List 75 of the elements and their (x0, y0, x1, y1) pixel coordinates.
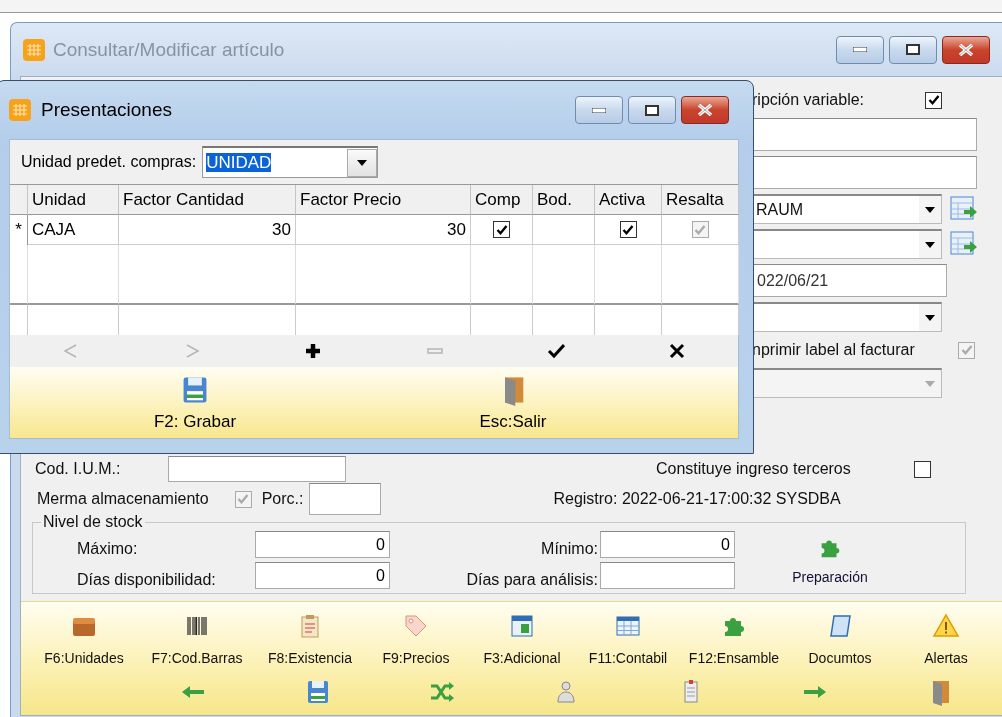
dropdown-arrow-icon (357, 159, 368, 166)
toolbar-button[interactable]: Esc:Salir (438, 373, 588, 432)
combo-box[interactable] (752, 229, 942, 259)
dropdown-arrow-icon (925, 380, 935, 387)
maximize-button[interactable] (889, 35, 937, 64)
number-field[interactable]: 0 (600, 531, 735, 558)
text-field[interactable] (752, 156, 977, 189)
window-title: Consultar/Modificar artículo (53, 38, 286, 61)
maximize-icon (906, 44, 920, 55)
number-field[interactable]: 0 (255, 531, 390, 558)
field-label: Porc.: (261, 490, 304, 508)
column-header[interactable]: Factor Cantidad (119, 185, 296, 215)
number-field[interactable] (600, 562, 735, 589)
column-header[interactable]: Activa (595, 185, 662, 215)
column-header[interactable]: Comp (471, 185, 533, 215)
text-field[interactable] (309, 483, 382, 515)
toolbar-button[interactable]: F2: Grabar (120, 373, 270, 432)
minimize-icon (853, 47, 867, 52)
toolbar-button[interactable]: Alertas (893, 610, 999, 668)
field-label: Unidad predet. compras: (21, 153, 197, 171)
column-header[interactable]: Unidad (28, 185, 119, 215)
combo-box[interactable] (752, 302, 942, 332)
minimize-icon (592, 107, 606, 113)
maximize-button[interactable] (628, 96, 676, 124)
table-arrow-icon[interactable] (950, 230, 978, 258)
toolbar-button[interactable]: F7:Cod.Barras (137, 610, 257, 668)
column-header[interactable]: Factor Precio (296, 185, 471, 215)
group-title: Nivel de stock (42, 515, 144, 529)
field-label: Constituye ingreso terceros (656, 460, 852, 478)
app-icon (9, 99, 31, 121)
app-icon (23, 38, 45, 61)
checkbox[interactable] (493, 221, 510, 238)
preparation-button[interactable]: Preparación (792, 535, 868, 585)
toolbar-button[interactable]: F12:Ensamble (681, 610, 787, 668)
registration-text: Registro: 2022-06-21-17:00:32 SYSDBA (553, 490, 841, 508)
toolbar-button[interactable]: F11:Contabil (575, 610, 681, 668)
table-cell: 30 (296, 215, 471, 245)
table-cell: 30 (119, 215, 296, 245)
table-cell: CAJA (28, 215, 119, 245)
close-button[interactable] (942, 35, 990, 64)
minimize-button[interactable] (575, 96, 623, 124)
field-label: Días para análisis: (465, 571, 599, 589)
close-button[interactable] (681, 96, 729, 124)
warning-icon (932, 612, 960, 640)
checkbox[interactable] (619, 221, 637, 238)
dropdown-arrow-icon (925, 241, 935, 248)
number-field[interactable]: 0 (255, 562, 390, 589)
field-label: Días disponibilidad: (77, 571, 217, 589)
field-label: Máximo: (77, 540, 139, 558)
window-icon (508, 612, 536, 640)
table-arrow-icon[interactable] (950, 195, 978, 223)
checkbox[interactable] (925, 91, 942, 109)
column-header[interactable]: Resalta (662, 185, 739, 215)
text-field[interactable]: 022/06/21 (752, 264, 947, 297)
toolbar-button[interactable]: F6:Unidades (31, 610, 137, 668)
combo-box[interactable]: UNIDAD (202, 146, 379, 178)
maximize-icon (645, 104, 659, 116)
checkbox[interactable] (914, 460, 931, 478)
minimize-button[interactable] (836, 35, 884, 64)
toolbar-button[interactable]: F9:Precios (363, 610, 469, 668)
combo-box[interactable]: RAUM (752, 194, 942, 224)
field-label: Mínimo: (540, 540, 599, 558)
close-icon (697, 104, 713, 116)
text-field[interactable] (752, 118, 977, 151)
field-label: Merma almacenamiento (37, 490, 209, 508)
dropdown-arrow-icon (925, 206, 935, 213)
column-header[interactable]: Bod. (533, 185, 595, 215)
toolbar-button[interactable]: F8:Existencia (257, 610, 363, 668)
close-icon (958, 43, 974, 56)
window-title: Presentaciones (41, 99, 173, 121)
toolbar-button[interactable]: F3:Adicional (469, 610, 575, 668)
dropdown-arrow-icon (925, 314, 935, 321)
field-label: Cod. I.U.M.: (35, 460, 122, 478)
text-field[interactable] (168, 456, 346, 482)
toolbar-button[interactable]: Documtos (787, 610, 893, 668)
